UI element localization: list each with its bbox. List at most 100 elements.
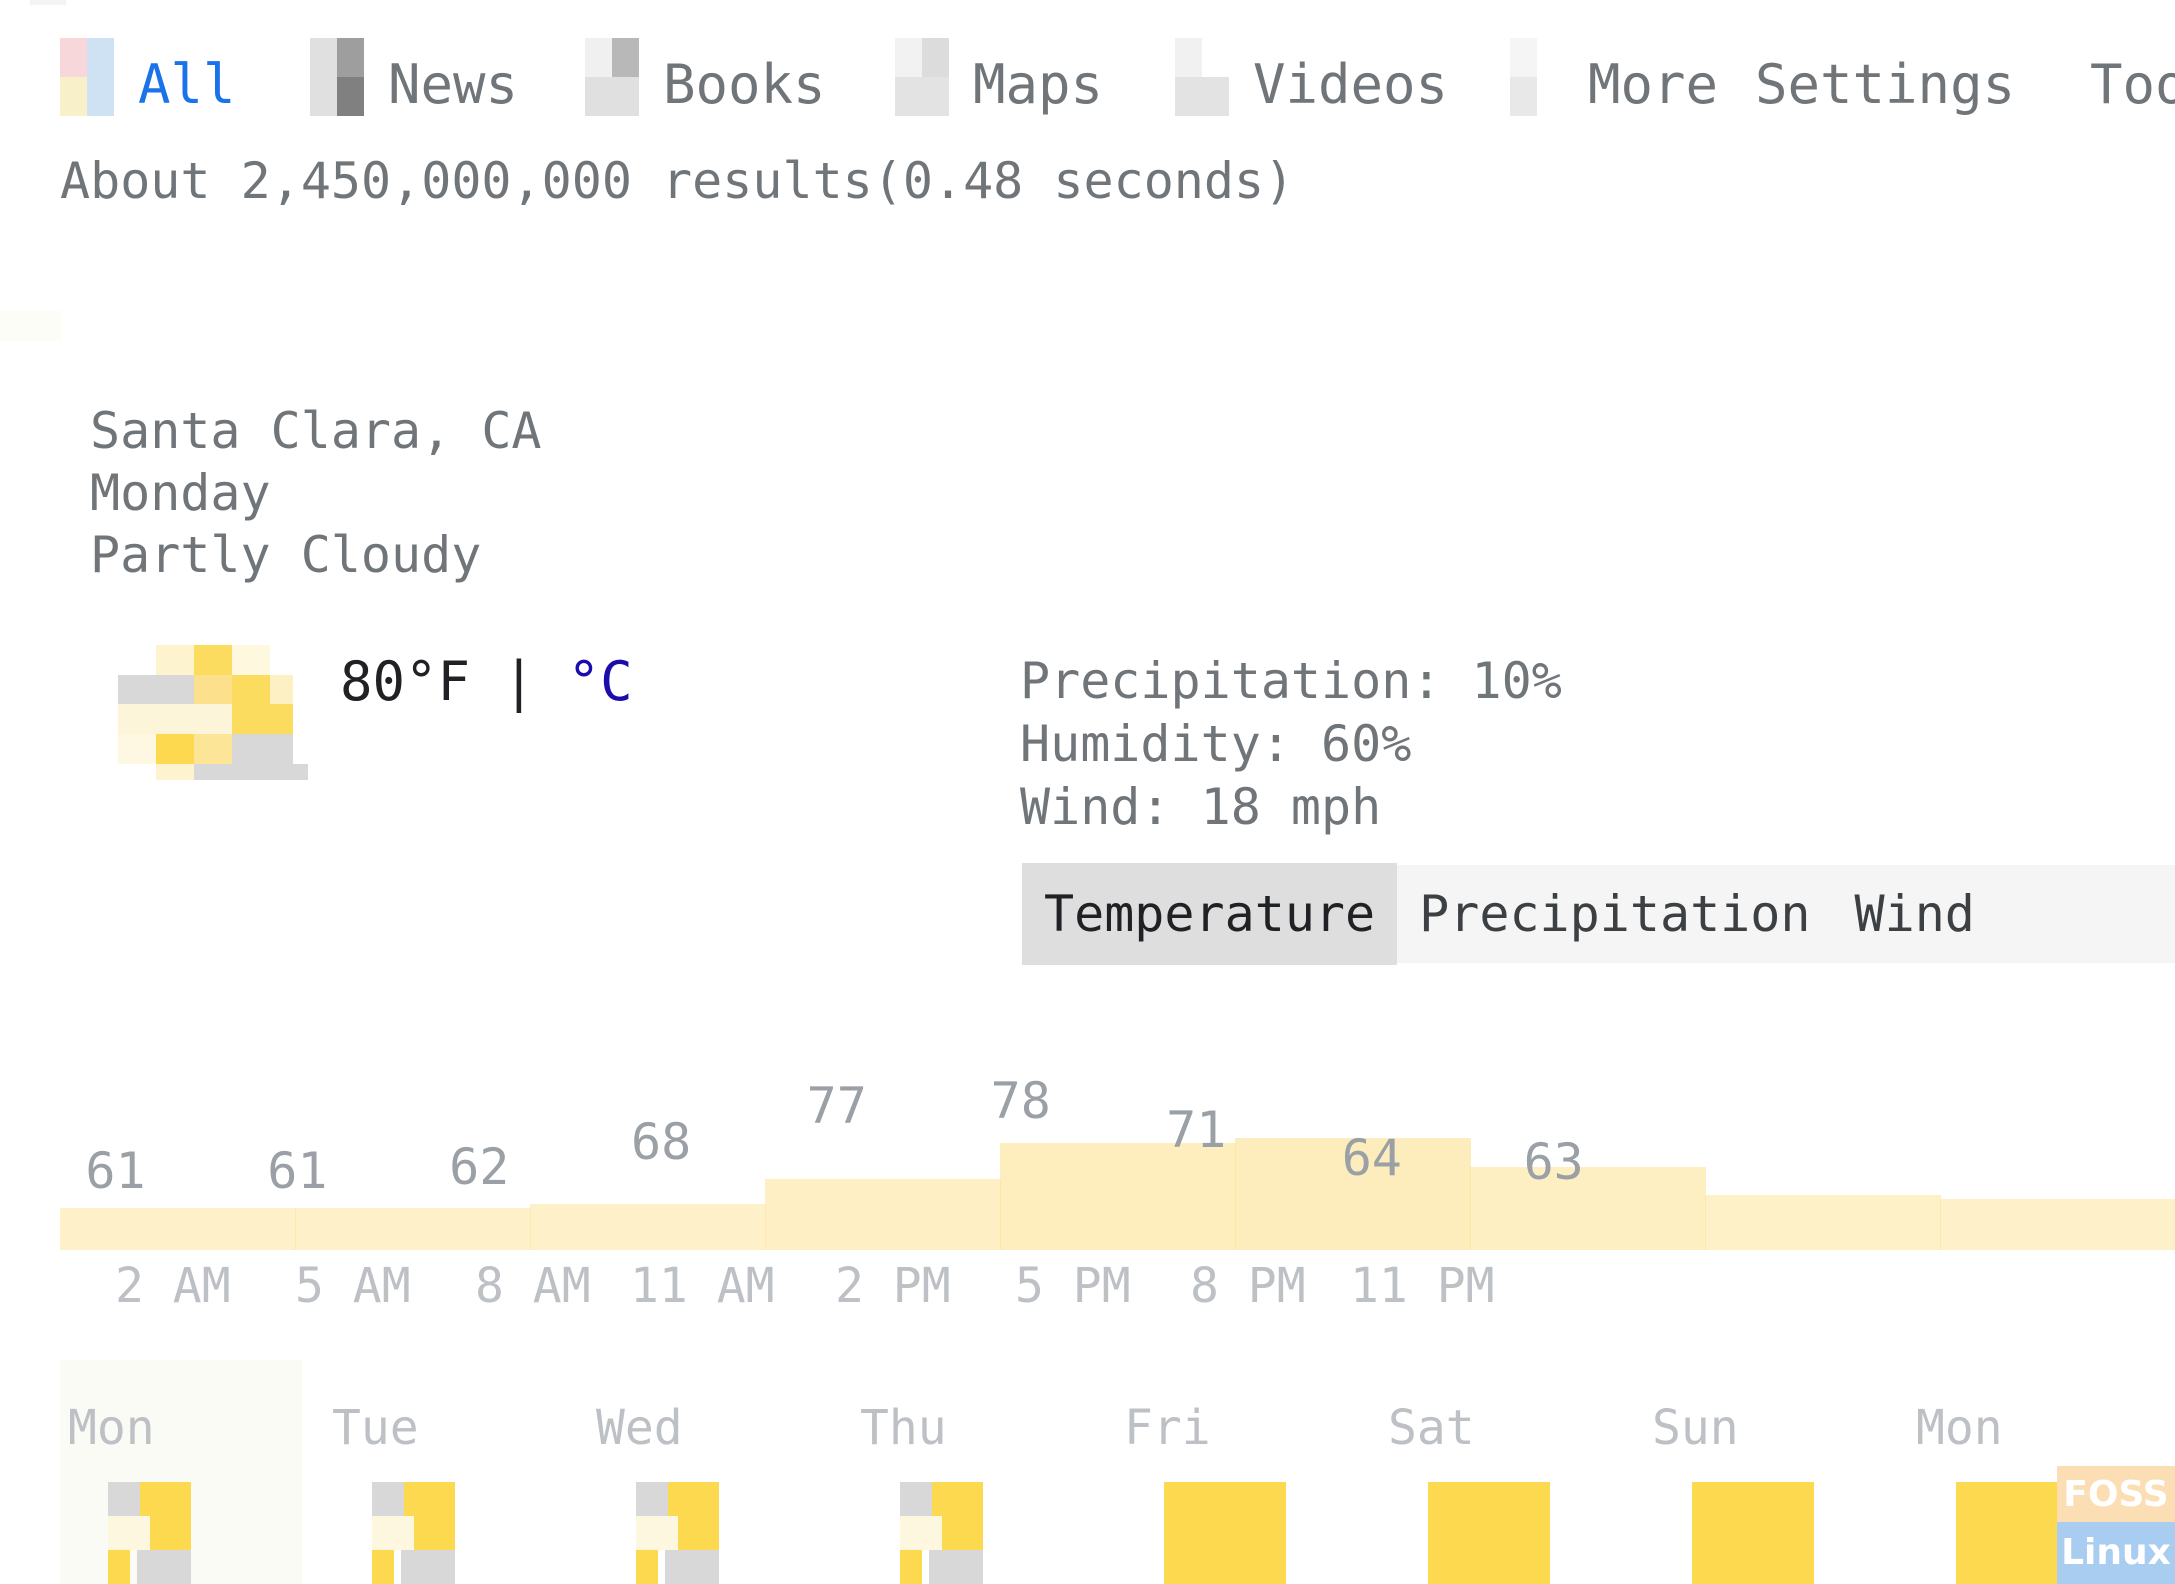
nav-item-label: All bbox=[138, 53, 236, 116]
icon-pixel bbox=[232, 733, 293, 764]
icon-cell bbox=[1537, 38, 1564, 77]
partly-cloudy-icon bbox=[900, 1482, 1030, 1584]
chart-value-label: 77 bbox=[806, 1076, 867, 1135]
nav-item-videos[interactable]: Videos bbox=[1175, 34, 1448, 126]
nav-item-maps[interactable]: Maps bbox=[895, 34, 1103, 126]
hour-tick-label: 2 PM bbox=[835, 1258, 951, 1314]
forecast-day-sat-5[interactable]: Sat bbox=[1380, 1360, 1622, 1584]
icon-pixel bbox=[668, 1482, 720, 1516]
icon-pixel bbox=[140, 1482, 192, 1516]
nav-item-label: Maps bbox=[973, 53, 1104, 116]
nav-item-more[interactable]: More bbox=[1510, 34, 1718, 126]
nav-item-settings[interactable]: Settings bbox=[1755, 34, 2015, 126]
nav-item-all[interactable]: All bbox=[60, 34, 236, 126]
chart-value-label: 71 bbox=[1166, 1100, 1227, 1159]
icon-pixel bbox=[932, 1482, 984, 1516]
nav-item-news[interactable]: News bbox=[310, 34, 518, 126]
all-icon bbox=[60, 38, 114, 116]
foss-linux-watermark: FOSS Linux bbox=[2057, 1466, 2175, 1584]
icon-pixel bbox=[118, 733, 156, 764]
hour-tick-label: 8 PM bbox=[1190, 1258, 1306, 1314]
chart-segment bbox=[295, 1207, 531, 1250]
chart-segment bbox=[1470, 1166, 1706, 1250]
forecast-day-sun-6[interactable]: Sun bbox=[1644, 1360, 1886, 1584]
celsius-toggle[interactable]: °C bbox=[568, 650, 633, 713]
icon-pixel bbox=[1164, 1482, 1286, 1584]
icon-pixel bbox=[677, 1515, 720, 1550]
watermark-foss-text: FOSS bbox=[2063, 1474, 2169, 1515]
icon-cell bbox=[87, 38, 114, 77]
chart-segment bbox=[765, 1179, 1001, 1250]
icon-cell bbox=[1175, 38, 1202, 77]
icon-pixel bbox=[149, 1515, 192, 1550]
hour-tick-label: 5 AM bbox=[295, 1258, 411, 1314]
chart-value-label: 64 bbox=[1341, 1129, 1402, 1188]
nav-item-label: Books bbox=[663, 53, 826, 116]
chart-value-label: 78 bbox=[990, 1072, 1051, 1131]
hourly-temperature-chart: 61 61 62 68 77 78 71 64 63 bbox=[60, 1070, 2175, 1250]
icon-pixel bbox=[404, 1482, 456, 1516]
nav-item-tools[interactable]: Tools bbox=[2090, 34, 2175, 126]
nav-item-label: Settings bbox=[1755, 53, 2016, 116]
tab-wind[interactable]: Wind bbox=[1832, 863, 1996, 965]
icon-pixel bbox=[664, 1549, 720, 1584]
icon-pixel bbox=[232, 674, 270, 705]
icon-pixel bbox=[108, 1515, 150, 1550]
hour-tick-label: 11 PM bbox=[1350, 1258, 1495, 1314]
nav-item-label: News bbox=[388, 53, 519, 116]
forecast-day-label: Fri bbox=[1124, 1400, 1211, 1456]
icon-pixel bbox=[118, 674, 194, 705]
sunny-icon bbox=[1164, 1482, 1294, 1584]
tab-precipitation[interactable]: Precipitation bbox=[1397, 863, 1832, 965]
icon-cell bbox=[895, 38, 922, 77]
icon-pixel bbox=[900, 1482, 932, 1516]
books-icon bbox=[585, 38, 639, 116]
tab-label: Wind bbox=[1854, 885, 1975, 943]
sunny-icon bbox=[1428, 1482, 1558, 1584]
icon-cell bbox=[1175, 77, 1202, 116]
nav-item-books[interactable]: Books bbox=[585, 34, 826, 126]
icon-cell bbox=[612, 77, 639, 116]
icon-pixel bbox=[194, 763, 308, 780]
weather-location: Santa Clara, CA bbox=[90, 402, 542, 460]
partly-cloudy-icon bbox=[636, 1482, 766, 1584]
icon-cell bbox=[1202, 77, 1229, 116]
icon-cell bbox=[310, 77, 337, 116]
icon-pixel bbox=[400, 1549, 456, 1584]
forecast-day-thu-3[interactable]: Thu bbox=[852, 1360, 1094, 1584]
icon-pixel bbox=[941, 1515, 984, 1550]
forecast-day-fri-4[interactable]: Fri bbox=[1116, 1360, 1358, 1584]
icon-pixel bbox=[232, 645, 270, 675]
partly-cloudy-icon bbox=[118, 645, 308, 797]
tab-temperature[interactable]: Temperature bbox=[1022, 863, 1398, 965]
forecast-day-tue-1[interactable]: Tue bbox=[324, 1360, 566, 1584]
nav-item-label: Videos bbox=[1253, 53, 1449, 116]
icon-pixel bbox=[194, 645, 232, 675]
weather-condition: Partly Cloudy bbox=[90, 526, 482, 584]
forecast-day-mon-0[interactable]: Mon bbox=[60, 1360, 302, 1584]
news-icon bbox=[310, 38, 364, 116]
chart-value-label: 61 bbox=[85, 1141, 146, 1200]
icon-cell bbox=[1537, 77, 1564, 116]
icon-pixel bbox=[1692, 1482, 1814, 1584]
icon-pixel bbox=[136, 1549, 192, 1584]
temperature-display: 80°F | °C bbox=[340, 650, 633, 713]
icon-cell bbox=[1510, 38, 1537, 77]
chart-segment bbox=[1940, 1199, 2175, 1250]
icon-pixel bbox=[900, 1549, 923, 1584]
icon-cell bbox=[585, 77, 612, 116]
forecast-day-wed-2[interactable]: Wed bbox=[588, 1360, 830, 1584]
chart-value-label: 63 bbox=[1523, 1133, 1584, 1192]
icon-pixel bbox=[636, 1515, 678, 1550]
watermark-linux-text: Linux bbox=[2061, 1532, 2171, 1573]
icon-cell bbox=[310, 38, 337, 77]
forecast-day-label: Sat bbox=[1388, 1400, 1475, 1456]
icon-pixel bbox=[270, 674, 293, 705]
icon-pixel bbox=[636, 1482, 668, 1516]
chart-value-label: 62 bbox=[449, 1137, 510, 1196]
sunny-icon bbox=[1692, 1482, 1822, 1584]
icon-pixel bbox=[900, 1515, 942, 1550]
icon-pixel bbox=[194, 733, 232, 764]
icon-pixel bbox=[928, 1549, 984, 1584]
